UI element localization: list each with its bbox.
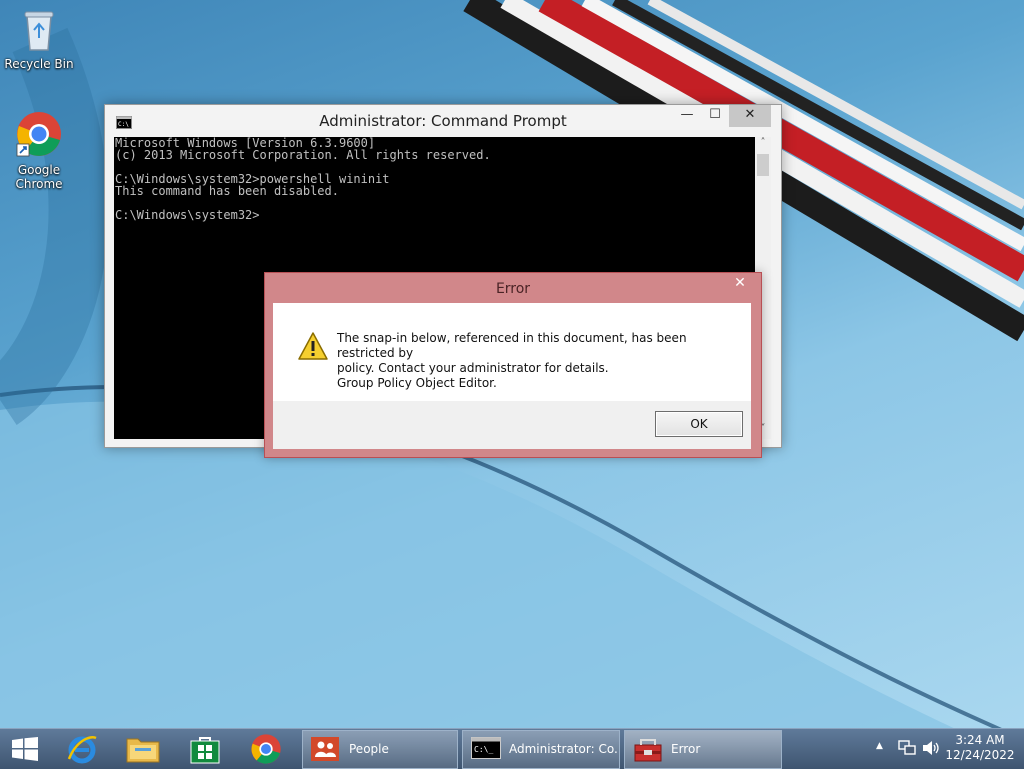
cmd-icon: C:\_ xyxy=(471,737,501,768)
desktop-icon-recycle-bin[interactable]: Recycle Bin xyxy=(1,6,77,71)
chrome-icon xyxy=(1,110,77,161)
dialog-title: Error xyxy=(495,281,531,297)
minimize-button[interactable]: — xyxy=(673,105,701,127)
ok-button[interactable]: OK xyxy=(655,411,743,437)
dialog-body: The snap-in below, referenced in this do… xyxy=(273,303,751,449)
desktop-icon-label: Google Chrome xyxy=(15,163,63,191)
dialog-close-button[interactable]: ✕ xyxy=(725,273,755,293)
message-line: policy. Contact your administrator for d… xyxy=(337,361,609,375)
taskbar-pin-chrome[interactable] xyxy=(240,729,296,769)
window-titlebar[interactable]: C:\ Administrator: Command Prompt — ☐ ✕ xyxy=(105,105,781,137)
task-label: People xyxy=(349,742,389,756)
svg-text:C:\_: C:\_ xyxy=(474,745,493,754)
message-line: Group Policy Object Editor. xyxy=(337,376,497,390)
close-button[interactable]: ✕ xyxy=(729,105,771,127)
taskbar-pin-internet-explorer[interactable] xyxy=(54,729,110,769)
network-icon[interactable] xyxy=(898,740,916,760)
taskbar-clock[interactable]: 3:24 AM 12/24/2022 xyxy=(940,733,1020,763)
internet-explorer-icon xyxy=(66,733,98,769)
scroll-thumb[interactable] xyxy=(757,154,769,176)
dialog-message: The snap-in below, referenced in this do… xyxy=(337,331,737,391)
taskbar-task-error[interactable]: Error xyxy=(624,730,782,769)
error-app-icon xyxy=(633,737,663,768)
windows-start-icon xyxy=(12,737,38,765)
maximize-button[interactable]: ☐ xyxy=(701,105,729,127)
clock-date: 12/24/2022 xyxy=(945,748,1015,762)
store-icon xyxy=(190,734,220,768)
taskbar-task-command-prompt[interactable]: C:\_ Administrator: Co... xyxy=(462,730,620,769)
scroll-up-button[interactable]: ˄ xyxy=(755,137,771,153)
desktop-icon-label: Recycle Bin xyxy=(4,57,74,71)
error-dialog[interactable]: Error ✕ The snap-in below, referenced in… xyxy=(264,272,762,458)
message-line: The snap-in below, referenced in this do… xyxy=(337,331,687,360)
taskbar-task-people[interactable]: People xyxy=(302,730,458,769)
start-button[interactable] xyxy=(0,729,56,769)
recycle-bin-icon xyxy=(1,6,77,55)
task-label: Administrator: Co... xyxy=(509,742,620,756)
desktop-icon-google-chrome[interactable]: Google Chrome xyxy=(1,110,77,191)
show-hidden-icons-button[interactable]: ▲ xyxy=(876,741,883,751)
taskbar: People C:\_ Administrator: Co... Error ▲ xyxy=(0,728,1024,769)
desktop: Recycle Bin Google Chrome C:\ Administra… xyxy=(0,0,1024,728)
clock-time: 3:24 AM xyxy=(955,733,1005,747)
warning-icon xyxy=(297,331,329,365)
task-label: Error xyxy=(671,742,701,756)
taskbar-pin-store[interactable] xyxy=(178,729,234,769)
volume-icon[interactable] xyxy=(922,740,940,760)
chrome-icon xyxy=(250,733,282,769)
file-explorer-icon xyxy=(126,735,160,767)
people-icon xyxy=(311,737,339,768)
taskbar-pin-file-explorer[interactable] xyxy=(116,729,172,769)
